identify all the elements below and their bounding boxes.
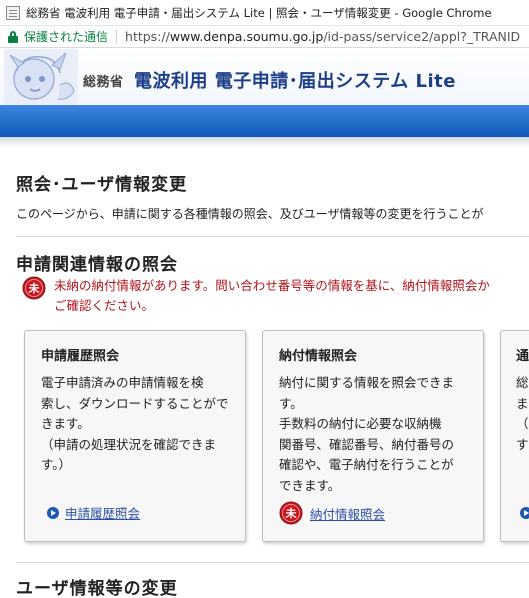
card-text-line: できます。 [279,477,341,493]
card-title: 通 [516,349,529,364]
url-path: /id-pass/service2/appl?_TRANID [323,29,521,44]
section-title-inquiry: 申請関連情報の照会 [16,255,178,275]
unpaid-alert-icon: 未 [22,276,46,300]
payment-info-link-row[interactable]: 未 納付情報照会 [279,501,385,525]
card-description: 電子申請済みの申請情報を検 索し、ダウンロードすることがで きます。 （申請の処… [41,373,229,476]
page-favicon-icon [6,5,20,20]
mascot-logo-icon [4,49,78,105]
card-text-line: きます。 [41,416,90,431]
third-card-link-row[interactable] [520,507,529,519]
url-scheme: https:// [125,29,170,44]
card-text-line: 関番号、確認番号、納付番号の [279,436,455,452]
section-title-user-info: ユーザ情報等の変更 [16,579,178,598]
unpaid-alert-text: 未納の納付情報があります。問い合わせ番号等の情報を基に、納付情報照会か ご確認く… [54,276,490,316]
url-text[interactable]: https://www.denpa.soumu.go.jp/id-pass/se… [125,29,520,44]
window-title: 総務省 電波利用 電子申請・届出システム Lite | 照会・ユーザ情報変更 -… [26,5,492,20]
card-text-line: す。） [41,457,72,472]
system-name: 電波利用 電子申請･届出システム Lite [134,71,456,92]
lock-icon[interactable] [8,30,18,43]
payment-info-link[interactable]: 納付情報照会 [310,504,385,523]
card-title: 申請履歴照会 [41,349,120,364]
card-text-line: す [516,436,529,452]
ministry-name: 総務省 [83,75,124,90]
unpaid-alert-icon-glyph: 未 [28,281,41,295]
secure-connection-label[interactable]: 保護された通信 [24,28,108,45]
card-payment-info: 納付情報照会 納付に関する情報を照会できま す。 手数料の納付に必要な収納機 関… [262,330,484,542]
divider [16,236,529,237]
url-host: www.denpa.soumu.go.jp [169,29,324,44]
unpaid-badge-icon: 未 [279,501,303,525]
card-text-line: 電子申請済みの申請情報を検 [41,375,204,390]
page-description: このページから、申請に関する各種情報の照会、及びユーザ情報等の変更を行うことが [16,207,484,221]
unpaid-badge-glyph: 未 [285,506,298,520]
browser-title-bar: 総務省 電波利用 電子申請・届出システム Lite | 照会・ユーザ情報変更 -… [0,0,529,26]
address-divider [116,29,118,44]
card-text-line: ま [516,395,529,411]
header-band-shadow [0,137,529,147]
card-text-line: 手数料の納付に必要な収納機 [279,416,442,431]
page-title: 照会･ユーザ情報変更 [16,175,188,195]
card-text-line: 納付に関する情報を照会できま [279,375,455,390]
header-blue-band [0,105,529,137]
card-title: 納付情報照会 [279,349,358,364]
card-description: 総 ま （衫 す [516,373,529,455]
card-application-history: 申請履歴照会 電子申請済みの申請情報を検 索し、ダウンロードすることがで きます… [24,330,246,542]
unpaid-alert-line-2: ご確認ください。 [54,298,155,313]
address-bar[interactable]: 保護された通信 https://www.denpa.soumu.go.jp/id… [0,26,529,48]
card-description: 納付に関する情報を照会できま す。 手数料の納付に必要な収納機 関番号、確認番号… [279,373,454,496]
arrow-bullet-icon[interactable] [520,507,529,519]
card-text-line: （衫 [516,416,529,431]
application-history-link-row[interactable]: 申請履歴照会 [47,503,140,522]
site-header: 総務省 電波利用 電子申請･届出システム Lite [0,49,529,105]
card-partial-third: 通 総 ま （衫 す [500,330,529,542]
card-text-line: 確認や、電子納付を行うことが [279,457,454,472]
card-text-line: 索し、ダウンロードすることがで [41,395,229,411]
card-text-line: す。 [279,395,303,411]
unpaid-alert-line-1: 未納の納付情報があります。問い合わせ番号等の情報を基に、納付情報照会か [54,278,490,293]
card-text-line: （申請の処理状況を確認できま [41,436,217,452]
arrow-bullet-icon [47,506,59,519]
card-text-line: 総 [516,375,529,390]
application-history-link[interactable]: 申請履歴照会 [65,503,140,522]
divider [16,562,529,563]
